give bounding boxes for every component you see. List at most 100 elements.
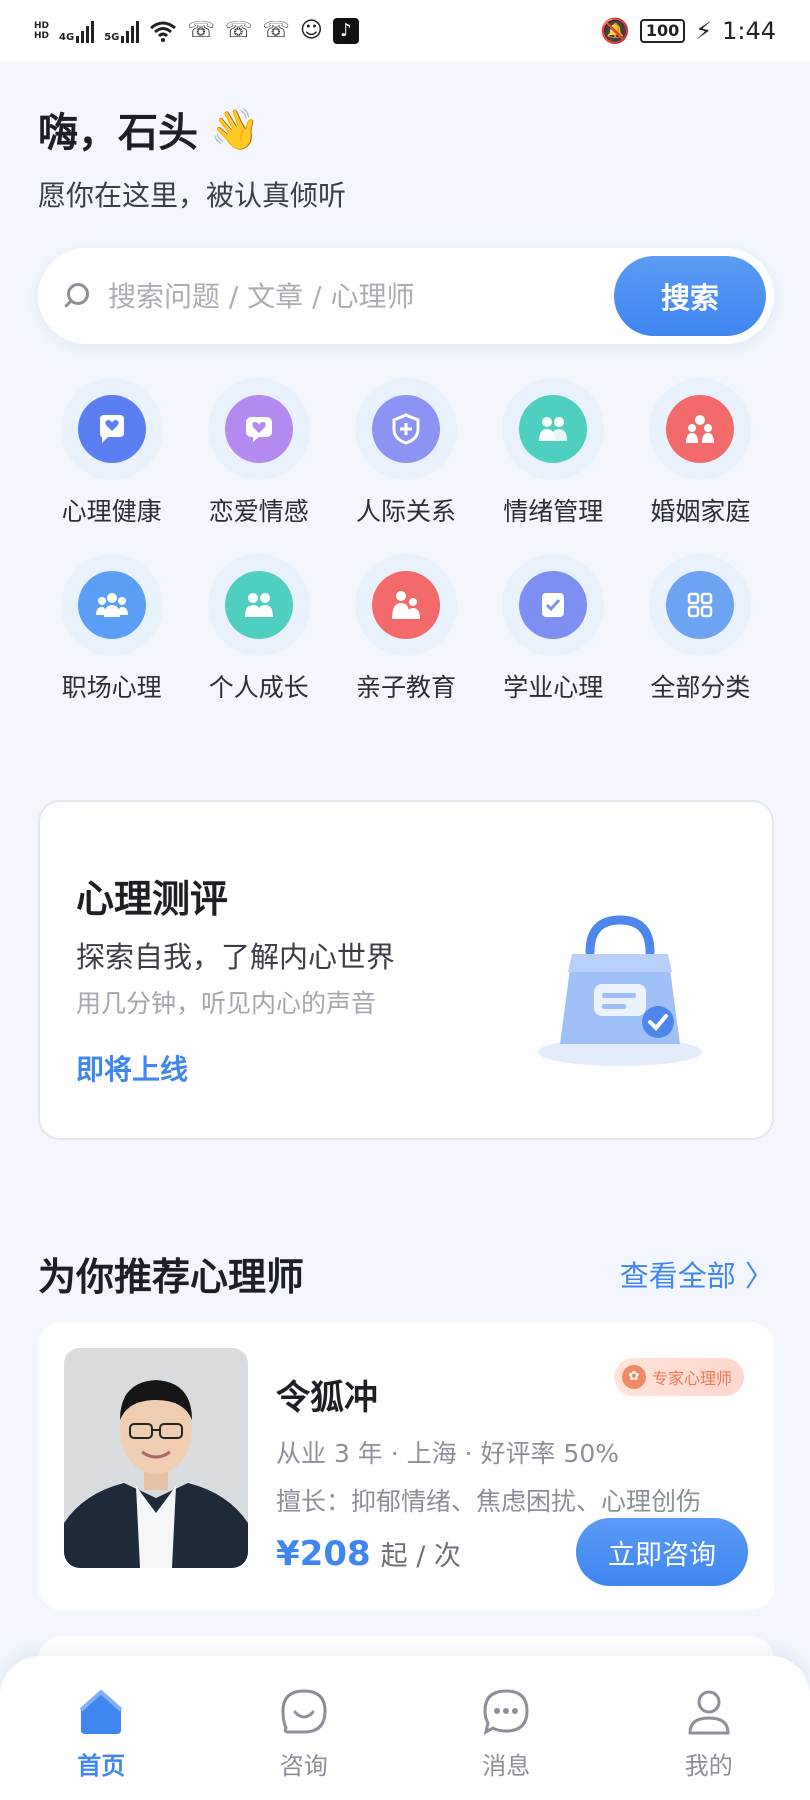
- status-right: 🔕 100 ⚡ 1:44: [600, 17, 776, 45]
- category-label: 亲子教育: [355, 673, 456, 702]
- category-label: 个人成长: [208, 673, 309, 702]
- smile-chat-icon: [278, 1686, 330, 1738]
- category-icon-halo: [649, 554, 752, 656]
- hd-label-1: HD: [34, 21, 50, 31]
- greeting-text: 嗨，石头: [38, 110, 198, 156]
- greeting: 嗨，石头 👋 愿你在这里，被认真倾听: [38, 100, 346, 214]
- shopping-bag-illustration: [538, 915, 702, 1066]
- assessment-subtitle: 探索自我，了解内心世界: [76, 940, 396, 974]
- tab-label: 首页: [77, 1752, 126, 1780]
- category-item[interactable]: 个人成长: [185, 554, 332, 704]
- tab-home[interactable]: 首页: [41, 1686, 161, 1781]
- counselor-meta: 从业 3 年 · 上海 · 好评率 50%: [276, 1439, 619, 1468]
- message-icon: [480, 1686, 532, 1738]
- assessment-card[interactable]: 心理测评 探索自我，了解内心世界 用几分钟，听见内心的声音 即将上线: [38, 800, 774, 1140]
- clock: 1:44: [722, 17, 776, 45]
- category-label: 学业心理: [503, 673, 604, 702]
- category-icon-halo: [207, 554, 310, 656]
- signal-bars-icon: [76, 19, 95, 43]
- recommend-header: 为你推荐心理师 查看全部 〉: [38, 1246, 774, 1301]
- checklist-icon: [519, 571, 588, 639]
- category-grid: 心理健康 恋爱情感 人际关系 情绪管理 婚姻家庭职场心理 个人成长 亲子教育 学业心理 全部分类: [38, 378, 774, 704]
- category-item[interactable]: 婚姻家庭: [627, 378, 774, 528]
- wifi-icon: [150, 21, 177, 42]
- hd-indicator: HD HD: [34, 21, 49, 41]
- tab-label: 我的: [684, 1752, 733, 1780]
- tiktok-icon: ♪: [332, 18, 359, 44]
- missed-call-icon: ☏: [262, 18, 290, 43]
- expert-badge-label: 专家心理师: [651, 1369, 732, 1388]
- category-icon-halo: [354, 554, 457, 656]
- category-item[interactable]: 亲子教育: [332, 554, 479, 704]
- price-value: ¥208: [276, 1534, 371, 1574]
- search-button[interactable]: 搜索: [614, 256, 766, 336]
- wave-hand-icon: 👋: [210, 106, 260, 153]
- search-bar[interactable]: 搜索: [38, 248, 774, 344]
- counselor-specialty: 擅长：抑郁情绪、焦虑困扰、心理创伤: [276, 1487, 702, 1516]
- view-all-link[interactable]: 查看全部 〉: [620, 1253, 774, 1295]
- category-icon-halo: [649, 378, 752, 480]
- consult-now-button[interactable]: 立即咨询: [576, 1518, 748, 1586]
- counselor-card[interactable]: 令狐冲 ✿ 专家心理师 从业 3 年 · 上海 · 好评率 50% 擅长：抑郁情…: [38, 1322, 774, 1610]
- assessment-coming-soon-link[interactable]: 即将上线: [76, 1048, 188, 1088]
- missed-call-icon: ☏: [187, 18, 215, 43]
- people-icon: [224, 571, 293, 639]
- category-item[interactable]: 心理健康: [38, 378, 185, 528]
- tab-user[interactable]: 我的: [649, 1686, 769, 1781]
- category-icon-halo: [207, 378, 310, 480]
- greeting-title: 嗨，石头 👋: [38, 100, 346, 158]
- counselor-photo-illustration: [64, 1348, 248, 1568]
- chat-heart-icon: [77, 395, 146, 463]
- status-bar: HD HD 4G 5G ☏ ☏ ☏ ☺ ♪ 🔕 100 ⚡ 1:44: [0, 0, 810, 62]
- tab-label: 消息: [482, 1752, 531, 1780]
- category-item[interactable]: 恋爱情感: [185, 378, 332, 528]
- parent-child-icon: [371, 571, 440, 639]
- charging-icon: ⚡: [695, 17, 713, 45]
- battery-icon: 100: [639, 19, 686, 43]
- category-icon-halo: [502, 554, 605, 656]
- recommend-title: 为你推荐心理师: [38, 1255, 305, 1299]
- tab-smile-chat[interactable]: 咨询: [244, 1686, 364, 1781]
- category-label: 恋爱情感: [208, 497, 309, 526]
- assessment-title: 心理测评: [76, 877, 229, 921]
- category-label: 人际关系: [355, 497, 456, 526]
- expert-badge: ✿ 专家心理师: [613, 1358, 744, 1396]
- category-item[interactable]: 情绪管理: [480, 378, 627, 528]
- category-item[interactable]: 全部分类: [627, 554, 774, 704]
- two-people-icon: [519, 395, 588, 463]
- heart-message-icon: [224, 395, 293, 463]
- price-unit: 起 / 次: [380, 1541, 461, 1572]
- category-label: 心理健康: [61, 497, 162, 526]
- counselor-avatar: [64, 1348, 248, 1568]
- category-icon-halo: [354, 378, 457, 480]
- shield-plus-icon: [371, 395, 440, 463]
- signal-bars-icon: [121, 19, 140, 43]
- category-label: 婚姻家庭: [650, 497, 751, 526]
- category-item[interactable]: 人际关系: [332, 378, 479, 528]
- network-4g-label: 4G: [59, 32, 75, 43]
- mute-bell-icon: 🔕: [599, 17, 630, 45]
- network-5g-label: 5G: [104, 32, 120, 43]
- signal-4g: 4G: [59, 19, 95, 43]
- home-icon: [75, 1686, 127, 1738]
- group-icon: [77, 571, 146, 639]
- category-label: 情绪管理: [503, 497, 604, 526]
- category-item[interactable]: 职场心理: [38, 554, 185, 704]
- category-icon-halo: [60, 378, 163, 480]
- robot-icon: ☺: [299, 18, 323, 43]
- greeting-subtitle: 愿你在这里，被认真倾听: [38, 179, 347, 212]
- tab-message[interactable]: 消息: [446, 1686, 566, 1781]
- assessment-caption: 用几分钟，听见内心的声音: [76, 989, 377, 1018]
- family-icon: [666, 395, 735, 463]
- category-item[interactable]: 学业心理: [480, 554, 627, 704]
- user-icon: [683, 1686, 735, 1738]
- counselor-price: ¥208 起 / 次: [276, 1534, 461, 1574]
- search-input[interactable]: [108, 279, 614, 313]
- signal-5g: 5G: [104, 19, 140, 43]
- bottom-tab-bar: 首页 咨询 消息 我的: [0, 1656, 810, 1800]
- category-label: 全部分类: [650, 673, 751, 702]
- missed-call-icon: ☏: [224, 18, 253, 43]
- flower-icon: ✿: [621, 1365, 646, 1389]
- tab-label: 咨询: [279, 1752, 328, 1780]
- status-left: HD HD 4G 5G ☏ ☏ ☏ ☺ ♪: [34, 18, 359, 44]
